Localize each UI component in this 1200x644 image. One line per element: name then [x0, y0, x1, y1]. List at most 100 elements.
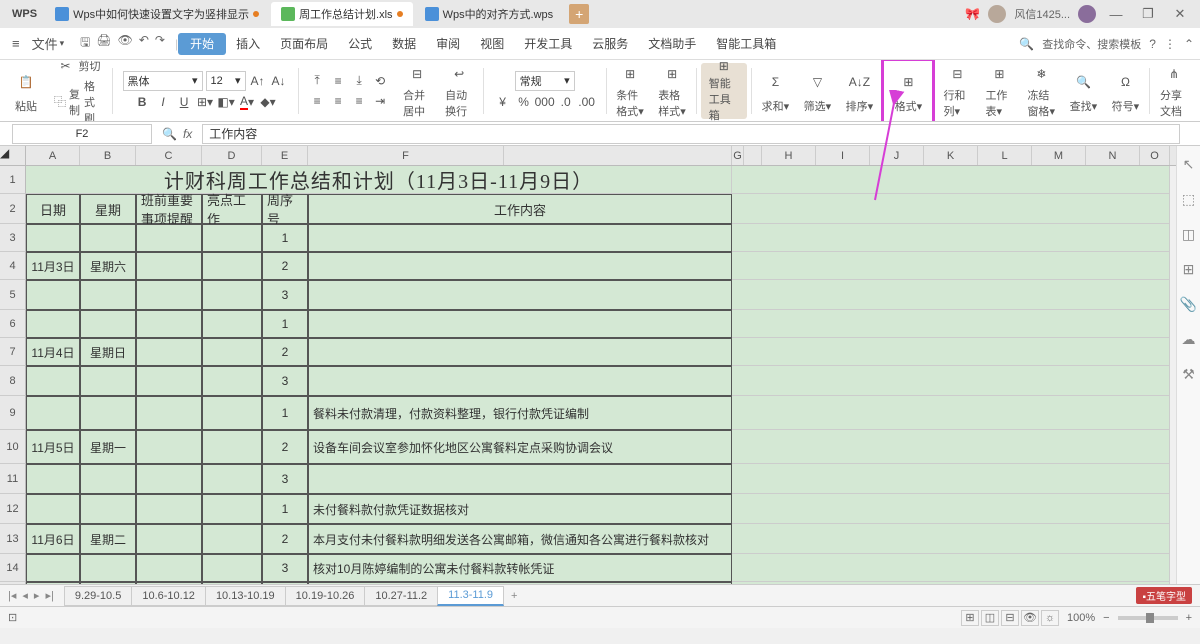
align-mid-icon[interactable]: ≡ [329, 72, 347, 90]
weekday-cell[interactable]: 星期二 [80, 524, 136, 554]
seq-cell[interactable]: 3 [262, 464, 308, 494]
col-header[interactable] [504, 146, 732, 165]
print-icon[interactable]: 🖨 [96, 33, 111, 54]
tab-doc-3[interactable]: Wps中的对齐方式.wps [415, 2, 564, 26]
weekday-cell[interactable] [80, 464, 136, 494]
cell[interactable] [136, 464, 202, 494]
sheet-tab[interactable]: 10.19-10.26 [285, 586, 366, 606]
col-header[interactable]: A [26, 146, 80, 165]
cell[interactable] [202, 582, 262, 584]
seq-cell[interactable]: 1 [262, 396, 308, 430]
cell[interactable] [732, 524, 1170, 554]
col-header[interactable] [744, 146, 762, 165]
content-cell[interactable]: 餐料未付款清理，付款资料整理，银行付款凭证编制 [308, 396, 732, 430]
align-bot-icon[interactable]: ⤓ [350, 72, 368, 90]
fx-icon[interactable]: fx [183, 127, 192, 141]
date-cell[interactable]: 11月6日 [26, 524, 80, 554]
menu-icon[interactable]: ≡ [6, 36, 26, 51]
preview-icon[interactable]: 👁 [118, 33, 133, 54]
date-cell[interactable] [26, 366, 80, 396]
title-cell[interactable]: 计财科周工作总结和计划（11月3日-11月9日） [26, 166, 732, 194]
col-header[interactable]: L [978, 146, 1032, 165]
col-header[interactable]: E [262, 146, 308, 165]
gallery-icon[interactable]: ◫ [1182, 226, 1195, 243]
hdr-reminder[interactable]: 班前重要事项提醒 [136, 194, 202, 224]
date-cell[interactable]: 11月5日 [26, 430, 80, 464]
maximize-button[interactable]: ❐ [1136, 4, 1160, 24]
cell[interactable] [732, 396, 1170, 430]
date-cell[interactable] [26, 224, 80, 252]
row-header[interactable]: 14 [0, 554, 26, 582]
cell[interactable] [202, 224, 262, 252]
filter-group[interactable]: ▽筛选▾ [797, 63, 837, 119]
sheet-tab[interactable]: 9.29-10.5 [64, 586, 132, 606]
select-all-corner[interactable]: ◢ [0, 146, 26, 165]
date-cell[interactable] [26, 310, 80, 338]
align-center-icon[interactable]: ≡ [329, 92, 347, 110]
normal-view-icon[interactable]: ⊞ [961, 610, 979, 626]
content-cell[interactable] [308, 280, 732, 310]
col-header[interactable]: H [762, 146, 816, 165]
underline-icon[interactable]: U [175, 93, 193, 111]
seq-cell[interactable]: 1 [262, 224, 308, 252]
col-header[interactable]: I [816, 146, 870, 165]
weekday-cell[interactable] [80, 310, 136, 338]
tab-dev[interactable]: 开发工具 [514, 29, 582, 59]
tab-doc-2[interactable]: 周工作总结计划.xls [271, 2, 413, 26]
avatar[interactable] [988, 5, 1006, 23]
seq-cell[interactable]: 2 [262, 252, 308, 280]
sheet-tab[interactable]: 11.3-11.9 [437, 586, 504, 606]
tab-doc-1[interactable]: Wps中如何快速设置文字为竖排显示 [45, 2, 269, 26]
cell[interactable] [732, 494, 1170, 524]
cell[interactable] [202, 310, 262, 338]
row-header[interactable]: 13 [0, 524, 26, 554]
weekday-cell[interactable]: 星期一 [80, 430, 136, 464]
tab-formula[interactable]: 公式 [338, 29, 382, 59]
content-cell[interactable]: 7月、8月份凭证整理 [308, 582, 732, 584]
content-cell[interactable] [308, 252, 732, 280]
cell[interactable] [202, 280, 262, 310]
cell[interactable] [732, 430, 1170, 464]
col-header[interactable]: M [1032, 146, 1086, 165]
content-cell[interactable] [308, 310, 732, 338]
tab-dochelper[interactable]: 文档助手 [638, 29, 706, 59]
cell[interactable] [136, 224, 202, 252]
avatar2[interactable] [1078, 5, 1096, 23]
col-header[interactable]: J [870, 146, 924, 165]
cell[interactable] [136, 494, 202, 524]
share-group[interactable]: ⋔分享文档 [1154, 63, 1194, 119]
zoom-level[interactable]: 100% [1067, 612, 1095, 624]
tab-smarttools[interactable]: 智能工具箱 [706, 29, 786, 59]
bold-icon[interactable]: B [133, 93, 151, 111]
minimize-button[interactable]: — [1104, 4, 1128, 24]
cell[interactable] [202, 338, 262, 366]
sort-group[interactable]: A↓Z排序▾ [839, 63, 879, 119]
content-cell[interactable]: 本月支付未付餐料款明细发送各公寓邮箱，微信通知各公寓进行餐料款核对 [308, 524, 732, 554]
merge-group[interactable]: ⊟合并居中 [397, 63, 437, 119]
col-header[interactable]: N [1086, 146, 1140, 165]
col-header[interactable]: O [1140, 146, 1170, 165]
cell[interactable] [202, 554, 262, 582]
help-icon[interactable]: ? [1149, 37, 1156, 51]
collapse-icon[interactable]: ⌃ [1184, 37, 1194, 51]
fill-icon[interactable]: ◧▾ [217, 93, 235, 111]
props-icon[interactable]: ⊞ [1183, 261, 1195, 278]
seq-cell[interactable]: 3 [262, 554, 308, 582]
seq-cell[interactable]: 2 [262, 430, 308, 464]
cell[interactable] [732, 366, 1170, 396]
aux-view-icon[interactable]: ☼ [1041, 610, 1059, 626]
content-cell[interactable] [308, 224, 732, 252]
seq-cell[interactable]: 1 [262, 494, 308, 524]
col-header[interactable]: F [308, 146, 504, 165]
tab-layout[interactable]: 页面布局 [270, 29, 338, 59]
date-cell[interactable] [26, 582, 80, 584]
cell[interactable] [136, 280, 202, 310]
file-menu[interactable]: 文件▾ [26, 34, 71, 53]
tab-data[interactable]: 数据 [382, 29, 426, 59]
sheet-tab[interactable]: 10.6-10.12 [131, 586, 206, 606]
last-sheet-icon[interactable]: ▸| [45, 589, 53, 602]
date-cell[interactable] [26, 554, 80, 582]
row-header[interactable]: 3 [0, 224, 26, 252]
cell[interactable] [732, 582, 1170, 584]
align-right-icon[interactable]: ≡ [350, 92, 368, 110]
